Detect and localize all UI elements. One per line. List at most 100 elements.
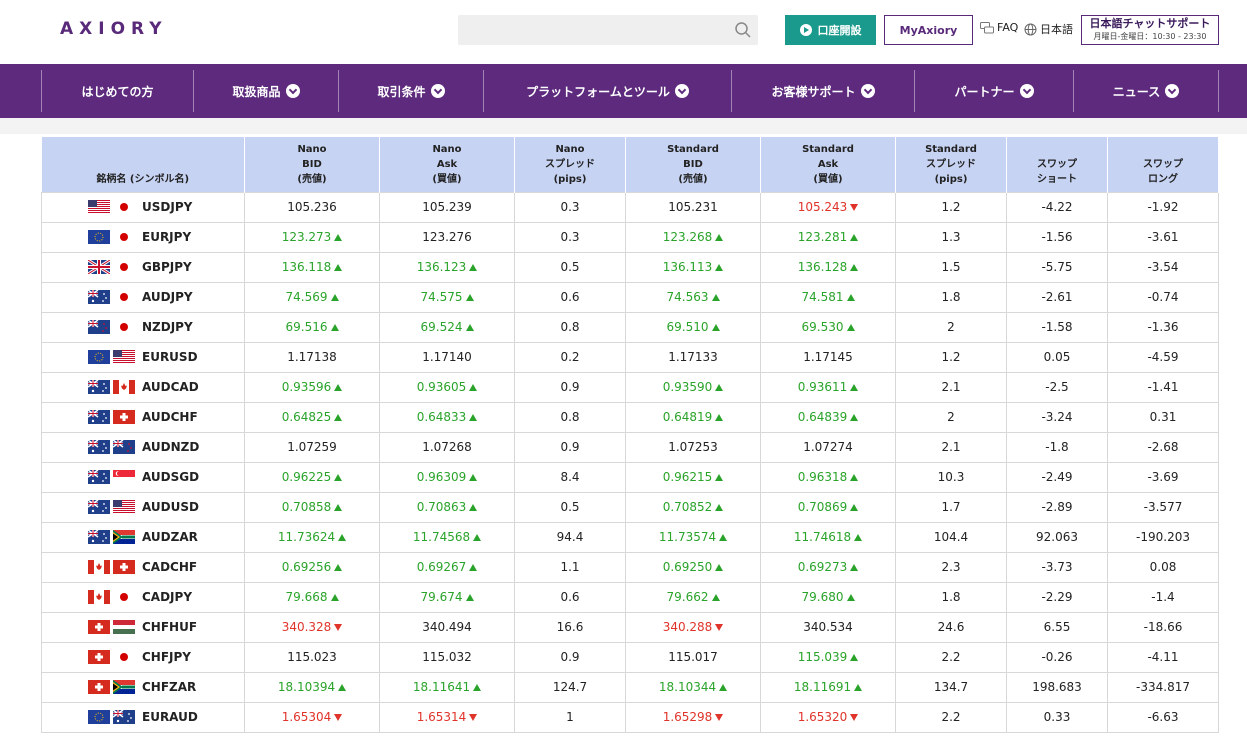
flag-us-icon	[113, 350, 135, 364]
cell-value: 0.70863	[416, 500, 467, 514]
arrow-up-icon	[850, 654, 859, 661]
symbol-cell: AUDCHF	[41, 401, 245, 433]
cell-value: 134.7	[933, 680, 969, 694]
cell-value: -2.5	[1045, 380, 1069, 394]
table-row: AUDJPY 74.569 74.575 0.6 74.563 74.581 1.8 -2.6…	[41, 281, 1219, 313]
nav-item-1[interactable]: 取扱商品	[193, 70, 338, 112]
cell-value: 104.4	[933, 530, 969, 544]
flag-nz-icon	[113, 440, 135, 454]
cell-value: 0.64833	[416, 410, 467, 424]
cell-value: 105.236	[287, 200, 337, 214]
table-row: CHFZAR 18.10394 18.11641 124.7 18.10344 18.11…	[41, 671, 1219, 703]
cell-value: 1.17138	[287, 350, 337, 364]
cell-value: 1.17133	[668, 350, 718, 364]
cell-nask: 1.17140	[379, 341, 515, 373]
arrow-up-icon	[334, 504, 343, 511]
flag-za-icon	[113, 530, 135, 544]
flag-us-icon	[113, 500, 135, 514]
cell-short: -2.29	[1006, 581, 1108, 613]
cell-value: 0.64825	[281, 410, 332, 424]
flag-nz-icon	[88, 320, 110, 334]
column-header-line: Standard	[802, 143, 854, 155]
column-header-6: Standard スプレッド (pips)	[895, 137, 1007, 192]
open-account-button[interactable]: 口座開設	[785, 15, 876, 45]
main-nav: はじめての方 取扱商品 取引条件 プラットフォームとツール お客様サポート パートナー ニュ…	[0, 64, 1247, 118]
cell-long: -2.68	[1107, 431, 1219, 463]
symbol-name: AUDUSD	[142, 500, 199, 514]
cell-long: 0.31	[1107, 401, 1219, 433]
cell-sask: 0.93611	[760, 371, 896, 403]
flag-ch-icon	[88, 620, 110, 634]
cell-value: 1.07259	[287, 440, 337, 454]
symbol-cell: EURJPY	[41, 221, 245, 253]
nav-item-5[interactable]: パートナー	[914, 70, 1073, 112]
cell-value: 123.281	[797, 230, 848, 244]
cell-long: -1.4	[1107, 581, 1219, 613]
faq-link[interactable]: FAQ	[980, 21, 1018, 34]
symbol-cell: CHFZAR	[41, 671, 245, 703]
cell-value: 79.662	[666, 590, 709, 604]
symbol-name: AUDSGD	[142, 470, 200, 484]
nav-item-0[interactable]: はじめての方	[41, 70, 193, 112]
chat-support-button[interactable]: 日本語チャットサポート 月曜日-金曜日：10:30 - 23:30	[1081, 15, 1219, 45]
arrow-up-icon	[334, 414, 343, 421]
nav-item-3[interactable]: プラットフォームとツール	[483, 70, 731, 112]
cell-value: 0.6	[560, 290, 580, 304]
cell-value: 1.07253	[668, 440, 718, 454]
myaxiory-button[interactable]: MyAxiory	[884, 15, 973, 45]
cell-value: 11.74618	[793, 530, 852, 544]
search-box[interactable]	[458, 15, 758, 45]
cell-long: -1.36	[1107, 311, 1219, 343]
cell-nbid: 79.668	[244, 581, 380, 613]
cell-value: 1.7	[941, 500, 961, 514]
flag-jp-icon	[113, 320, 135, 334]
axiory-logo[interactable]: AXIORY	[60, 19, 168, 39]
symbol-inner: AUDSGD	[42, 470, 244, 484]
cell-nsp: 0.9	[514, 641, 626, 673]
search-icon[interactable]	[734, 21, 752, 39]
cell-nsp: 1.1	[514, 551, 626, 583]
cell-value: -190.203	[1136, 530, 1190, 544]
cell-sbid: 74.563	[625, 281, 761, 313]
cell-value: -4.22	[1041, 200, 1073, 214]
cell-long: -334.817	[1107, 671, 1219, 703]
cell-ssp: 1.8	[895, 281, 1007, 313]
cell-nask: 105.239	[379, 191, 515, 223]
cell-value: 18.10394	[277, 680, 336, 694]
cell-value: 136.118	[281, 260, 332, 274]
cell-long: -3.577	[1107, 491, 1219, 523]
cell-value: 69.524	[420, 320, 463, 334]
cell-value: 1.8	[941, 290, 961, 304]
cell-sbid: 123.268	[625, 221, 761, 253]
flag-au-icon	[113, 710, 135, 724]
arrow-up-icon	[715, 474, 724, 481]
arrow-up-icon	[846, 594, 855, 601]
cell-long: -3.69	[1107, 461, 1219, 493]
nav-item-4[interactable]: お客様サポート	[731, 70, 914, 112]
symbol-cell: CHFJPY	[41, 641, 245, 673]
flag-ch-icon	[113, 410, 135, 424]
cell-value: 136.113	[662, 260, 713, 274]
language-selector[interactable]: 日本語	[1024, 21, 1073, 37]
cell-ssp: 10.3	[895, 461, 1007, 493]
cell-long: -6.63	[1107, 701, 1219, 733]
chevron-down-icon	[860, 84, 875, 98]
search-input[interactable]	[458, 15, 728, 45]
cell-nsp: 0.5	[514, 251, 626, 283]
cell-nsp: 0.9	[514, 431, 626, 463]
cell-value: -1.36	[1147, 320, 1179, 334]
arrow-up-icon	[334, 384, 343, 391]
cell-value: 0.96225	[281, 470, 332, 484]
cell-nsp: 94.4	[514, 521, 626, 553]
rates-table-wrap: 銘柄名 (シンボル名) Nano BID (売値) Nano Ask (買値) Nano スプレ…	[41, 137, 1219, 733]
cell-value: 10.3	[937, 470, 965, 484]
cell-nask: 1.07268	[379, 431, 515, 463]
arrow-up-icon	[334, 264, 343, 271]
cell-long: 0.08	[1107, 551, 1219, 583]
cell-value: 0.64839	[797, 410, 848, 424]
cell-sask: 340.534	[760, 611, 896, 643]
nav-item-6[interactable]: ニュース	[1073, 70, 1219, 112]
nav-item-2[interactable]: 取引条件	[338, 70, 483, 112]
arrow-up-icon	[338, 684, 347, 691]
table-row: EURJPY 123.273 123.276 0.3 123.268 123.281 1.3…	[41, 221, 1219, 253]
